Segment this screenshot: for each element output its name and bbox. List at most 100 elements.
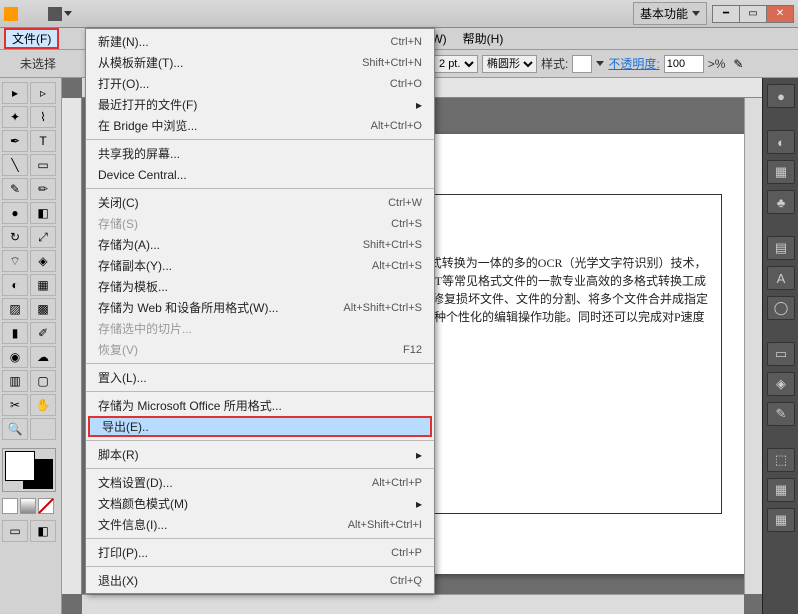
menu-item[interactable]: 从模板新建(T)...Shift+Ctrl+N — [86, 52, 434, 73]
style-label: 样式: — [541, 55, 568, 72]
tool-perspective[interactable]: ▨ — [2, 298, 28, 320]
workspace-switcher[interactable]: 基本功能 — [633, 2, 707, 25]
workspace-label: 基本功能 — [640, 5, 688, 22]
tool-blend[interactable]: ◉ — [2, 346, 28, 368]
tool-zoom[interactable]: 🔍 — [2, 418, 28, 440]
tool-slice[interactable]: ✂ — [2, 394, 28, 416]
pct-label: >% — [708, 57, 726, 71]
menu-item[interactable]: 文件信息(I)...Alt+Shift+Ctrl+I — [86, 514, 434, 535]
menu-item[interactable]: 脚本(R)▸ — [86, 444, 434, 465]
menu-item[interactable]: 导出(E).. — [88, 416, 432, 437]
panel-icon-1[interactable]: ◐ — [767, 130, 795, 154]
menu-item[interactable]: 存储为(A)...Shift+Ctrl+S — [86, 234, 434, 255]
menu-item[interactable]: 存储副本(Y)...Alt+Ctrl+S — [86, 255, 434, 276]
style-swatch[interactable] — [572, 55, 592, 73]
tool-blob[interactable]: ● — [2, 202, 28, 224]
fill-solid[interactable] — [2, 498, 18, 514]
panel-icon-3[interactable]: ♣ — [767, 190, 795, 214]
panel-icon-11[interactable]: ▦ — [767, 478, 795, 502]
extra-icon[interactable]: ✎ — [733, 57, 743, 71]
panel-icon-4[interactable]: ▤ — [767, 236, 795, 260]
layout-dropdown-icon[interactable] — [64, 11, 72, 16]
menu-item: 恢复(V)F12 — [86, 339, 434, 360]
tool-brush[interactable]: ✎ — [2, 178, 28, 200]
tool-column-graph[interactable]: ▥ — [2, 370, 28, 392]
menu-item: 存储(S)Ctrl+S — [86, 213, 434, 234]
tool-direct-select[interactable]: ▹ — [30, 82, 56, 104]
tool-wand[interactable]: ✦ — [2, 106, 28, 128]
tool-hand[interactable]: ✋ — [30, 394, 56, 416]
color-swatch[interactable] — [2, 448, 56, 492]
toolbox: ▸▹ ✦⌇ ✒T ╲▭ ✎✏ ●◧ ↻⤢ ⌔◈ ◐▦ ▨▩ ▮✐ ◉☁ ▥▢ ✂… — [0, 78, 62, 614]
menu-item[interactable]: 关闭(C)Ctrl+W — [86, 192, 434, 213]
menu-file[interactable]: 文件(F) — [4, 28, 59, 49]
menu-item[interactable]: 文档颜色模式(M)▸ — [86, 493, 434, 514]
menu-item[interactable]: 最近打开的文件(F)▸ — [86, 94, 434, 115]
fill-gradient[interactable] — [20, 498, 36, 514]
menu-item[interactable]: 存储为模板... — [86, 276, 434, 297]
minimize-button[interactable]: ━ — [712, 5, 740, 23]
panel-icon-12[interactable]: ▦ — [767, 508, 795, 532]
menu-item[interactable]: 文档设置(D)...Alt+Ctrl+P — [86, 472, 434, 493]
close-button[interactable]: ✕ — [766, 5, 794, 23]
tool-rotate[interactable]: ↻ — [2, 226, 28, 248]
draw-mode[interactable]: ◧ — [30, 520, 56, 542]
maximize-button[interactable]: ▭ — [739, 5, 767, 23]
tool-rect[interactable]: ▭ — [30, 154, 56, 176]
tool-gradient[interactable]: ▮ — [2, 322, 28, 344]
tool-artboard[interactable]: ▢ — [30, 370, 56, 392]
tool-pencil[interactable]: ✏ — [30, 178, 56, 200]
opacity-label[interactable]: 不透明度: — [608, 55, 659, 72]
panel-icon-6[interactable]: ◯ — [767, 296, 795, 320]
tool-free[interactable]: ◈ — [30, 250, 56, 272]
tool-shape-builder[interactable]: ◐ — [2, 274, 28, 296]
menu-item[interactable]: 共享我的屏幕... — [86, 143, 434, 164]
scrollbar-vertical[interactable] — [744, 98, 762, 594]
tool-scale[interactable]: ⤢ — [30, 226, 56, 248]
style-dropdown-icon[interactable] — [596, 61, 604, 66]
tool-extra[interactable] — [30, 418, 56, 440]
tool-pen[interactable]: ✒ — [2, 130, 28, 152]
tool-lasso[interactable]: ⌇ — [30, 106, 56, 128]
tool-symbol[interactable]: ☁ — [30, 346, 56, 368]
layout-icon[interactable] — [48, 7, 62, 21]
no-selection-label: 未选择 — [20, 55, 56, 72]
panel-icon-8[interactable]: ◈ — [767, 372, 795, 396]
app-icon — [4, 7, 18, 21]
tool-type[interactable]: T — [30, 130, 56, 152]
menu-item[interactable]: 存储为 Microsoft Office 所用格式... — [86, 395, 434, 416]
menu-item[interactable]: 退出(X)Ctrl+Q — [86, 570, 434, 591]
menu-item[interactable]: 打印(P)...Ctrl+P — [86, 542, 434, 563]
tool-eraser[interactable]: ◧ — [30, 202, 56, 224]
panel-icon-2[interactable]: ▦ — [767, 160, 795, 184]
menu-item[interactable]: 打开(O)...Ctrl+O — [86, 73, 434, 94]
ruler-vertical — [62, 98, 82, 594]
tool-selection[interactable]: ▸ — [2, 82, 28, 104]
tool-eyedropper[interactable]: ✐ — [30, 322, 56, 344]
opacity-input[interactable] — [664, 55, 704, 73]
panel-icon-9[interactable]: ✎ — [767, 402, 795, 426]
menu-item[interactable]: Device Central... — [86, 164, 434, 185]
panel-icon-5[interactable]: A — [767, 266, 795, 290]
tool-line[interactable]: ╲ — [2, 154, 28, 176]
tool-live-paint[interactable]: ▦ — [30, 274, 56, 296]
tool-mesh[interactable]: ▩ — [30, 298, 56, 320]
panel-icon-7[interactable]: ▭ — [767, 342, 795, 366]
shape-combo[interactable]: 椭圆形 — [482, 55, 537, 73]
menu-item[interactable]: 在 Bridge 中浏览...Alt+Ctrl+O — [86, 115, 434, 136]
menu-item[interactable]: 新建(N)...Ctrl+N — [86, 31, 434, 52]
scrollbar-horizontal[interactable] — [82, 594, 744, 614]
chevron-down-icon — [692, 11, 700, 16]
panel-icon-0[interactable]: ● — [767, 84, 795, 108]
menu-help[interactable]: 帮助(H) — [455, 28, 512, 49]
file-menu-dropdown: 新建(N)...Ctrl+N从模板新建(T)...Shift+Ctrl+N打开(… — [85, 28, 435, 594]
right-panel: ● ◐ ▦ ♣ ▤ A ◯ ▭ ◈ ✎ ⬚ ▦ ▦ — [762, 78, 798, 614]
menu-item: 存储选中的切片... — [86, 318, 434, 339]
menu-item[interactable]: 置入(L)... — [86, 367, 434, 388]
menu-item[interactable]: 存储为 Web 和设备所用格式(W)...Alt+Shift+Ctrl+S — [86, 297, 434, 318]
screen-mode[interactable]: ▭ — [2, 520, 28, 542]
stroke-combo[interactable]: 2 pt. — [434, 55, 478, 73]
fill-none[interactable] — [38, 498, 54, 514]
panel-icon-10[interactable]: ⬚ — [767, 448, 795, 472]
tool-width[interactable]: ⌔ — [2, 250, 28, 272]
